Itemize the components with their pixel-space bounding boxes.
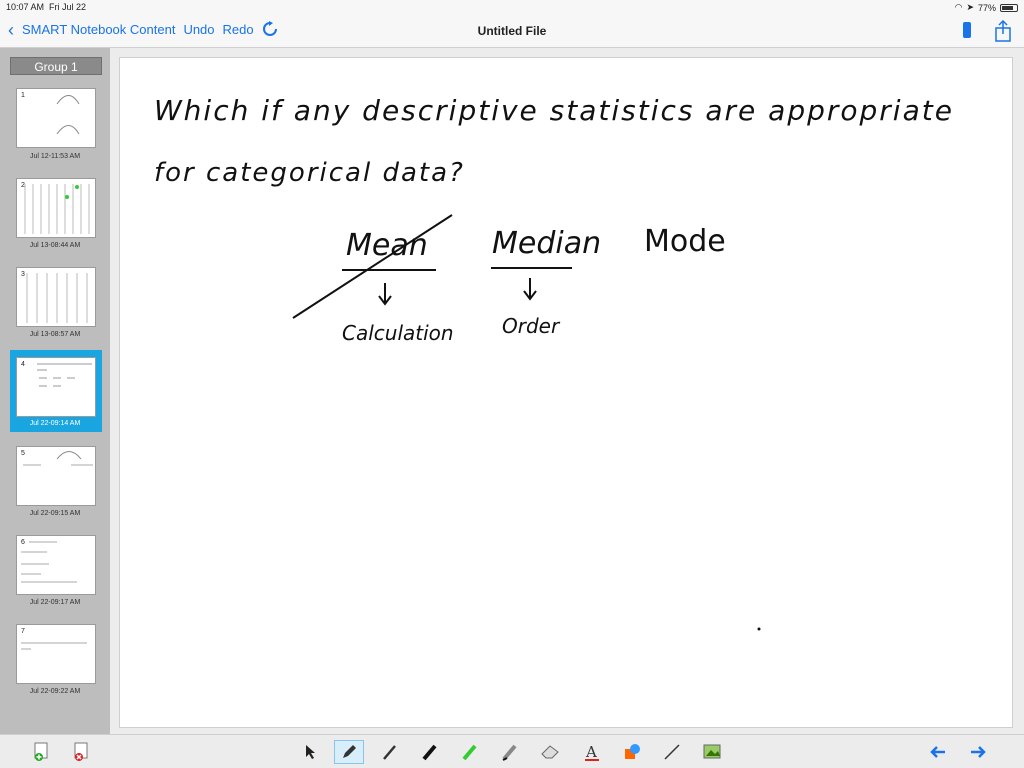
- handwritten-calculation: Calculation: [342, 321, 454, 345]
- calligraphy-pen-icon[interactable]: [500, 742, 520, 762]
- device-icon[interactable]: [960, 20, 974, 40]
- image-icon[interactable]: [702, 742, 722, 762]
- share-icon[interactable]: [994, 20, 1012, 42]
- page-date: Jul 22-09:15 AM: [29, 510, 81, 517]
- redo-button[interactable]: Redo: [223, 22, 254, 37]
- thumbnail-preview: [21, 642, 87, 650]
- add-page-icon[interactable]: [32, 742, 52, 762]
- page-date: Jul 22-09:17 AM: [29, 599, 81, 606]
- next-page-icon[interactable]: [968, 742, 988, 762]
- page-thumbnail[interactable]: 7: [16, 624, 96, 684]
- back-button[interactable]: SMART Notebook Content: [22, 22, 175, 37]
- battery-percent: 77%: [977, 2, 996, 13]
- back-chevron-icon[interactable]: ‹: [8, 21, 14, 39]
- prev-page-icon[interactable]: [928, 742, 948, 762]
- page-date: Jul 22-09:14 AM: [29, 420, 81, 427]
- brush-icon[interactable]: [380, 742, 400, 762]
- handwritten-order: Order: [502, 314, 560, 338]
- page-date: Jul 13-08:57 AM: [29, 331, 81, 338]
- mean-strike-through: [292, 214, 453, 319]
- eraser-icon[interactable]: [540, 742, 560, 762]
- ink-strokes: [292, 214, 761, 631]
- mean-arrow: [378, 283, 392, 306]
- thumbnail-preview: [24, 184, 90, 234]
- svg-text:A: A: [585, 743, 597, 761]
- nav-bar: Untitled File ‹ SMART Notebook Content U…: [0, 14, 1024, 48]
- line-icon[interactable]: [662, 742, 682, 762]
- page-thumbnail[interactable]: 6: [16, 535, 96, 595]
- status-bar: 10:07 AM Fri Jul 22 ◠ ➤ 77%: [0, 0, 1024, 14]
- shapes-icon[interactable]: [622, 742, 642, 762]
- select-arrow-icon[interactable]: [300, 742, 320, 762]
- whiteboard-canvas[interactable]: Which if any descriptive statistics are …: [119, 57, 1013, 728]
- nav-left: ‹ SMART Notebook Content Undo Redo: [8, 21, 254, 39]
- page-date: Jul 22-09:22 AM: [29, 688, 81, 695]
- battery-icon: [1000, 3, 1018, 12]
- ink-dot: [757, 627, 761, 631]
- thumbnail-preview: [26, 273, 88, 323]
- status-right: ◠ ➤ 77%: [955, 2, 1018, 13]
- page-date: Jul 13-08:44 AM: [29, 242, 81, 249]
- thumbnail-preview: [21, 541, 77, 583]
- page-thumbnail-selected[interactable]: 4: [16, 357, 96, 417]
- location-icon: ➤: [966, 2, 974, 12]
- page-thumbnail[interactable]: 2: [16, 178, 96, 238]
- text-icon[interactable]: A: [582, 742, 602, 762]
- pen-icon[interactable]: [334, 740, 364, 764]
- median-arrow: [523, 278, 537, 301]
- nav-right: [960, 20, 1012, 42]
- thumbnail-preview: [37, 363, 92, 387]
- bottom-toolbar: A: [0, 734, 1024, 768]
- refresh-icon[interactable]: [262, 21, 278, 37]
- status-time: 10:07 AM Fri Jul 22: [6, 2, 87, 12]
- highlighter-icon[interactable]: [460, 742, 480, 762]
- page-thumbnail[interactable]: 1: [16, 88, 96, 148]
- page-thumbnail[interactable]: 3: [16, 267, 96, 327]
- undo-button[interactable]: Undo: [183, 22, 214, 37]
- thumbnail-preview: [23, 451, 93, 466]
- marker-icon[interactable]: [420, 742, 440, 762]
- page-thumbnail[interactable]: 5: [16, 446, 96, 506]
- thumbnail-preview: [56, 95, 80, 135]
- page-sorter-sidebar: Group 1 1 Jul 12-11:53 AM 2 Jul 13-08:44…: [0, 48, 110, 734]
- delete-page-icon[interactable]: [72, 742, 92, 762]
- group-label[interactable]: Group 1: [10, 57, 102, 75]
- page-date: Jul 12-11:53 AM: [29, 153, 81, 160]
- wifi-icon: ◠: [954, 2, 963, 12]
